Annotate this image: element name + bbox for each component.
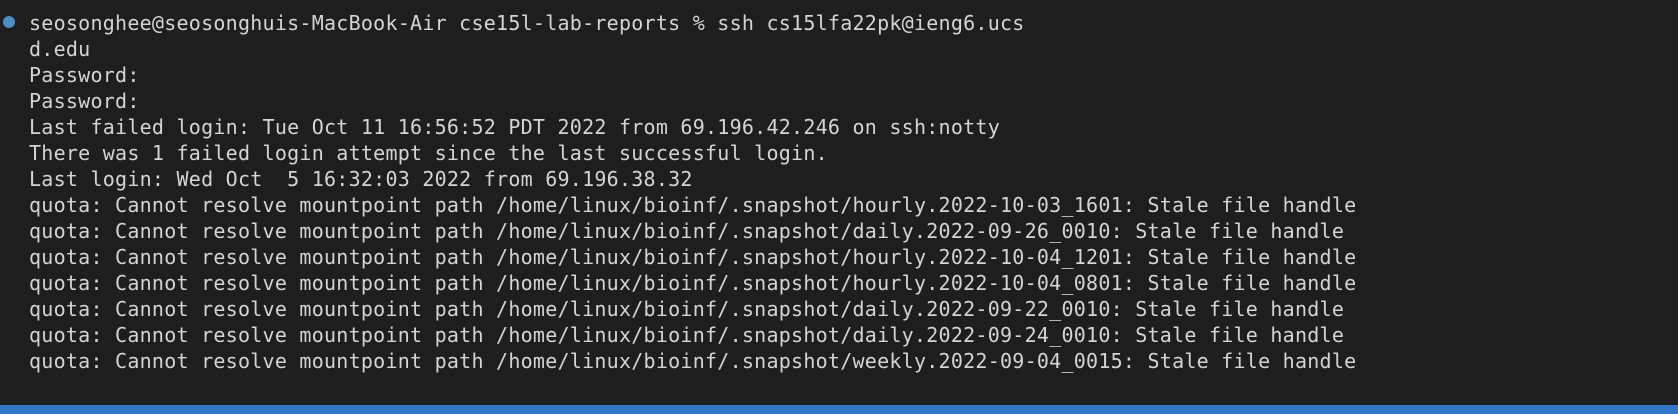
command-decorator-icon[interactable]	[3, 16, 15, 28]
terminal-line: seosonghee@seosonghuis-MacBook-Air cse15…	[29, 11, 1025, 35]
terminal-line: quota: Cannot resolve mountpoint path /h…	[29, 297, 1345, 321]
terminal-line: Password:	[29, 89, 140, 113]
terminal-line: quota: Cannot resolve mountpoint path /h…	[29, 323, 1345, 347]
terminal-line: quota: Cannot resolve mountpoint path /h…	[29, 349, 1357, 373]
terminal-line: Last failed login: Tue Oct 11 16:56:52 P…	[29, 115, 1000, 139]
terminal-line: quota: Cannot resolve mountpoint path /h…	[29, 193, 1357, 217]
terminal-line: quota: Cannot resolve mountpoint path /h…	[29, 219, 1345, 243]
terminal-line: Password:	[29, 63, 140, 87]
terminal-line: There was 1 failed login attempt since t…	[29, 141, 828, 165]
terminal-line: quota: Cannot resolve mountpoint path /h…	[29, 271, 1357, 295]
terminal-panel[interactable]: seosonghee@seosonghuis-MacBook-Air cse15…	[0, 0, 1678, 405]
terminal-line: d.edu	[29, 37, 91, 61]
terminal-line: Last login: Wed Oct 5 16:32:03 2022 from…	[29, 167, 693, 191]
terminal-line: quota: Cannot resolve mountpoint path /h…	[29, 245, 1357, 269]
status-bar	[0, 405, 1678, 414]
